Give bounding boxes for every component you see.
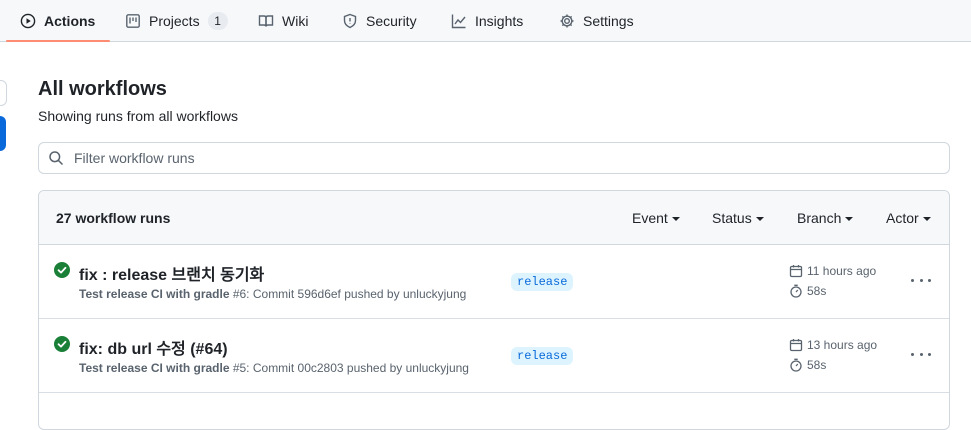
run-time: 13 hours ago xyxy=(789,338,877,352)
filter-label: Status xyxy=(712,210,752,226)
tab-settings[interactable]: Settings xyxy=(559,0,634,42)
caret-down-icon xyxy=(755,217,764,222)
caret-down-icon xyxy=(845,217,854,222)
graph-icon xyxy=(451,14,466,29)
run-duration: 58s xyxy=(789,358,826,372)
kebab-menu-button[interactable] xyxy=(911,272,931,288)
tab-label: Security xyxy=(366,13,417,29)
run-meta: Test release CI with gradle #6: Commit 5… xyxy=(79,287,466,301)
run-time: 11 hours ago xyxy=(789,264,876,278)
tab-label: Insights xyxy=(475,13,524,29)
kebab-menu-button[interactable] xyxy=(911,346,931,362)
search-icon xyxy=(49,151,64,166)
calendar-icon xyxy=(789,339,803,352)
run-duration: 58s xyxy=(789,284,826,298)
run-details: #5: Commit 00c2803 pushed by unluckyjung xyxy=(229,361,469,375)
dot xyxy=(911,352,914,356)
tab-insights[interactable]: Insights xyxy=(451,0,523,42)
tab-label: Wiki xyxy=(282,13,309,29)
sidebar-item-edge[interactable] xyxy=(0,80,7,106)
run-meta: Test release CI with gradle #5: Commit 0… xyxy=(79,361,469,375)
tab-label: Actions xyxy=(44,13,96,29)
workflow-name: Test release CI with gradle xyxy=(79,287,230,301)
caret-down-icon xyxy=(671,217,680,222)
book-icon xyxy=(258,15,274,27)
duration: 58s xyxy=(807,358,827,372)
dot xyxy=(911,278,914,282)
dot xyxy=(919,278,923,282)
tab-label: Settings xyxy=(583,13,634,29)
tab-wiki[interactable]: Wiki xyxy=(258,0,308,42)
check-circle-icon xyxy=(54,336,70,352)
time-ago: 11 hours ago xyxy=(807,264,877,278)
play-icon xyxy=(20,13,36,29)
shield-icon xyxy=(343,13,357,29)
dot xyxy=(928,352,931,356)
run-title-link[interactable]: fix : release 브랜치 동기화 xyxy=(79,261,264,285)
run-details: #6: Commit 596d6ef pushed by unluckyjung xyxy=(229,287,467,301)
tab-projects[interactable]: Projects 1 xyxy=(125,0,228,42)
status-filter-dropdown[interactable]: Status xyxy=(712,210,764,226)
run-title-link[interactable]: fix: db url 수정 (#64) xyxy=(79,335,228,359)
page-subtitle: Showing runs from all workflows xyxy=(38,108,238,124)
dot xyxy=(928,278,931,282)
branch-filter-dropdown[interactable]: Branch xyxy=(797,210,854,226)
branch-label[interactable]: release xyxy=(511,347,574,365)
projects-count-badge: 1 xyxy=(207,12,228,30)
gear-icon xyxy=(560,14,574,28)
duration: 58s xyxy=(807,284,827,298)
run-count: 27 workflow runs xyxy=(56,210,171,226)
sidebar-selected-item-edge[interactable] xyxy=(0,116,6,151)
filter-label: Event xyxy=(632,210,668,226)
actor-filter-dropdown[interactable]: Actor xyxy=(886,210,931,226)
runs-header: 27 workflow runs Event Status Branch Act… xyxy=(39,191,949,245)
search-input[interactable] xyxy=(72,149,949,167)
workflow-run-row[interactable]: fix: db url 수정 (#64) Test release CI wit… xyxy=(39,319,949,393)
stopwatch-icon xyxy=(790,358,802,372)
time-ago: 13 hours ago xyxy=(807,338,878,352)
filter-label: Actor xyxy=(886,210,919,226)
tab-label: Projects xyxy=(149,13,200,29)
workflow-name: Test release CI with gradle xyxy=(79,361,230,375)
event-filter-dropdown[interactable]: Event xyxy=(632,210,680,226)
active-tab-underline xyxy=(6,40,110,42)
filter-label: Branch xyxy=(797,210,842,226)
tab-actions[interactable]: Actions xyxy=(20,0,95,42)
repo-nav: Actions Projects 1 Wiki Security Insight… xyxy=(0,0,971,42)
calendar-icon xyxy=(789,265,803,278)
stopwatch-icon xyxy=(790,284,802,298)
page-title: All workflows xyxy=(38,78,167,100)
workflow-runs-box: 27 workflow runs Event Status Branch Act… xyxy=(38,190,950,430)
tab-security[interactable]: Security xyxy=(342,0,417,42)
caret-down-icon xyxy=(922,217,931,222)
dot xyxy=(919,352,923,356)
workflow-run-row[interactable]: fix : release 브랜치 동기화 Test release CI wi… xyxy=(39,245,949,319)
branch-label[interactable]: release xyxy=(511,273,574,291)
check-circle-icon xyxy=(54,262,70,278)
project-icon xyxy=(126,14,140,28)
filter-workflow-runs[interactable] xyxy=(38,142,950,174)
